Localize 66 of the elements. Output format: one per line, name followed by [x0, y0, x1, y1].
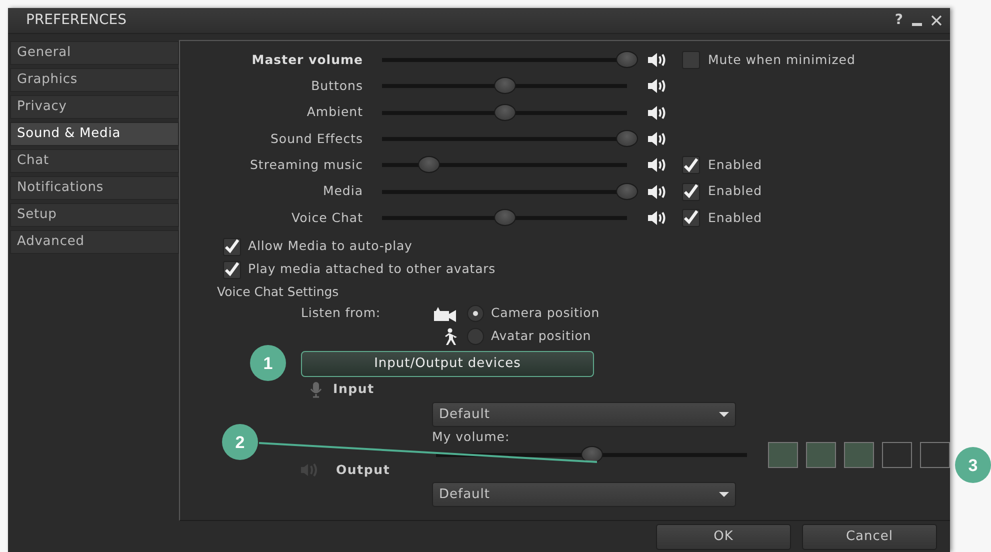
slider-thumb[interactable] [616, 182, 638, 200]
checkbox-label: Play media attached to other avatars [248, 260, 496, 278]
slider-label: Ambient [306, 103, 363, 122]
slider-thumb[interactable] [616, 51, 638, 68]
sidebar-tab[interactable]: Graphics [10, 68, 179, 92]
sidebar-tab[interactable]: Advanced [10, 230, 179, 254]
slider-thumb[interactable] [494, 104, 516, 121]
radio-button[interactable] [467, 305, 484, 322]
slider-thumb[interactable] [580, 446, 602, 464]
checkbox[interactable] [682, 156, 700, 174]
dialog-button[interactable]: OK [656, 524, 791, 550]
checkbox[interactable] [223, 238, 241, 256]
dialog-button[interactable]: Cancel [802, 524, 937, 550]
checkbox[interactable] [682, 182, 700, 201]
dropdown[interactable]: Default [432, 402, 736, 428]
checkbox-label: Enabled [708, 182, 762, 200]
window-title: PREFERENCES [26, 11, 126, 30]
caret-icon [719, 412, 729, 418]
sidebar-tab[interactable]: Notifications [10, 176, 179, 200]
speaker-icon [647, 184, 667, 200]
slider-thumb[interactable] [494, 77, 516, 94]
slider-label: Media [322, 182, 363, 200]
callout-badge: 3 [955, 447, 991, 483]
microphone-icon [310, 382, 322, 398]
sidebar-tab[interactable]: Privacy [10, 95, 179, 119]
slider-thumb[interactable] [418, 156, 440, 174]
checkbox-label: Mute when minimized [708, 50, 856, 69]
field-label: My volume: [432, 428, 511, 446]
slider-thumb[interactable] [616, 130, 638, 148]
checkbox[interactable] [223, 260, 241, 279]
slider-label: Buttons [310, 77, 363, 96]
camera-icon [433, 306, 457, 322]
speaker-icon [647, 131, 667, 148]
checkbox-label: Enabled [708, 156, 762, 174]
devices-button[interactable]: Input/Output devices [301, 351, 594, 378]
sidebar-tab[interactable]: General [10, 41, 179, 65]
checkbox[interactable] [682, 51, 700, 70]
slider-label: Streaming music [249, 156, 363, 174]
speaker-icon [647, 157, 667, 174]
radio-label: Avatar position [491, 327, 592, 346]
speaker-icon [647, 104, 667, 121]
callout-badge: 2 [222, 424, 258, 460]
dropdown[interactable]: Default [432, 482, 736, 508]
speaker-icon [647, 78, 667, 94]
checkbox[interactable] [682, 208, 700, 227]
caret-icon [719, 492, 729, 498]
slider-label: Master volume [250, 50, 363, 69]
help-button[interactable]: ? [894, 10, 903, 31]
section-label: Input [333, 380, 374, 398]
section-heading: Voice Chat Settings [217, 283, 340, 302]
field-label: Listen from: [301, 304, 382, 322]
speaker-icon [647, 52, 667, 68]
radio-label: Camera position [491, 304, 600, 322]
slider-label: Sound Effects [269, 130, 363, 148]
close-icon[interactable] [931, 15, 942, 26]
callout-badge: 1 [250, 345, 286, 381]
checkbox-label: Allow Media to auto-play [248, 237, 412, 256]
section-label: Output [336, 460, 390, 479]
sidebar-tab[interactable]: Sound & Media [10, 122, 179, 146]
sidebar-tab[interactable]: Setup [10, 203, 179, 227]
checkbox-label: Enabled [708, 208, 762, 227]
slider-thumb[interactable] [494, 208, 516, 226]
radio-button[interactable] [467, 328, 484, 346]
speaker-icon [647, 210, 667, 226]
sidebar-tab[interactable]: Chat [10, 149, 179, 173]
slider-label: Voice Chat [290, 208, 363, 227]
